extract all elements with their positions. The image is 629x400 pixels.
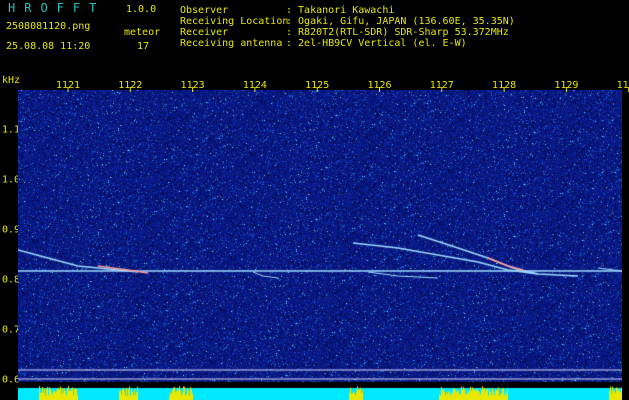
- location-label: Receiving Location: [180, 16, 289, 27]
- app-version: 1.0.0: [126, 4, 157, 15]
- observer-label: Observer: [180, 5, 229, 16]
- capture-datetime: 25.08.08 11:20: [6, 41, 91, 52]
- meteor-count-label: meteor: [124, 27, 161, 38]
- image-filename: 2508081120.png: [6, 21, 91, 32]
- station-info-labels: Observer Receiving Location Receiver Rec…: [180, 5, 288, 49]
- receiver-value: : R820T2(RTL-SDR) SDR-Sharp 53.372MHz: [286, 27, 509, 38]
- app-title: HROFFT: [8, 1, 106, 15]
- frequency-unit-label: kHz: [2, 75, 21, 86]
- meteor-count-value: 17: [137, 41, 150, 52]
- location-value: : Ogaki, Gifu, JAPAN (136.60E, 35.35N): [286, 16, 515, 27]
- observer-value: : Takanori Kawachi: [286, 5, 395, 16]
- receiver-label: Receiver: [180, 27, 229, 38]
- spectrogram-canvas: [18, 90, 622, 400]
- station-info-values: : Takanori Kawachi : Ogaki, Gifu, JAPAN …: [286, 5, 515, 49]
- antenna-value: : 2el-HB9CV Vertical (el. E-W): [286, 38, 467, 49]
- antenna-label: Receiving antenna: [180, 38, 283, 49]
